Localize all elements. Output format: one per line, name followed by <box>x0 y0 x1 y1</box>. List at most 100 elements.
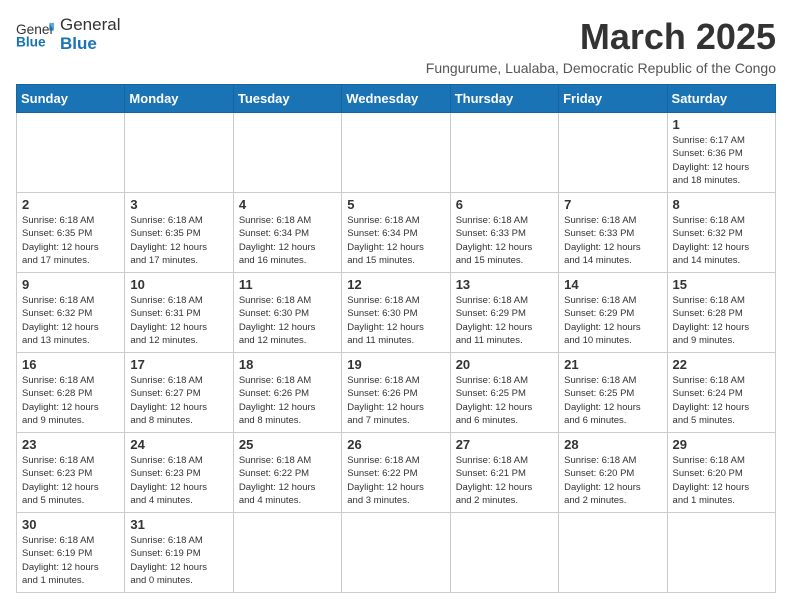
month-title: March 2025 <box>426 16 776 58</box>
col-monday: Monday <box>125 85 233 113</box>
day-cell-13: 13 Sunrise: 6:18 AM Sunset: 6:29 PM Dayl… <box>450 273 558 353</box>
empty-cell <box>17 113 125 193</box>
day-info: Sunrise: 6:18 AM Sunset: 6:25 PM Dayligh… <box>456 374 553 427</box>
day-info: Sunrise: 6:18 AM Sunset: 6:26 PM Dayligh… <box>347 374 444 427</box>
day-number: 17 <box>130 357 227 372</box>
day-info: Sunrise: 6:18 AM Sunset: 6:19 PM Dayligh… <box>22 534 119 587</box>
header: General Blue General Blue March 2025 Fun… <box>16 16 776 76</box>
day-cell-27: 27 Sunrise: 6:18 AM Sunset: 6:21 PM Dayl… <box>450 433 558 513</box>
day-number: 5 <box>347 197 444 212</box>
day-number: 14 <box>564 277 661 292</box>
day-number: 28 <box>564 437 661 452</box>
col-sunday: Sunday <box>17 85 125 113</box>
day-number: 24 <box>130 437 227 452</box>
day-number: 4 <box>239 197 336 212</box>
day-info: Sunrise: 6:18 AM Sunset: 6:24 PM Dayligh… <box>673 374 770 427</box>
day-info: Sunrise: 6:18 AM Sunset: 6:34 PM Dayligh… <box>239 214 336 267</box>
week-row-1: 1 Sunrise: 6:17 AM Sunset: 6:36 PM Dayli… <box>17 113 776 193</box>
day-number: 2 <box>22 197 119 212</box>
day-number: 6 <box>456 197 553 212</box>
day-cell-16: 16 Sunrise: 6:18 AM Sunset: 6:28 PM Dayl… <box>17 353 125 433</box>
day-number: 26 <box>347 437 444 452</box>
day-cell-11: 11 Sunrise: 6:18 AM Sunset: 6:30 PM Dayl… <box>233 273 341 353</box>
day-number: 1 <box>673 117 770 132</box>
day-number: 27 <box>456 437 553 452</box>
day-cell-2: 2 Sunrise: 6:18 AM Sunset: 6:35 PM Dayli… <box>17 193 125 273</box>
day-info: Sunrise: 6:18 AM Sunset: 6:20 PM Dayligh… <box>673 454 770 507</box>
col-friday: Friday <box>559 85 667 113</box>
week-row-6: 30 Sunrise: 6:18 AM Sunset: 6:19 PM Dayl… <box>17 513 776 593</box>
day-cell-6: 6 Sunrise: 6:18 AM Sunset: 6:33 PM Dayli… <box>450 193 558 273</box>
day-info: Sunrise: 6:18 AM Sunset: 6:31 PM Dayligh… <box>130 294 227 347</box>
day-cell-22: 22 Sunrise: 6:18 AM Sunset: 6:24 PM Dayl… <box>667 353 775 433</box>
day-info: Sunrise: 6:18 AM Sunset: 6:28 PM Dayligh… <box>22 374 119 427</box>
day-info: Sunrise: 6:18 AM Sunset: 6:21 PM Dayligh… <box>456 454 553 507</box>
day-cell-21: 21 Sunrise: 6:18 AM Sunset: 6:25 PM Dayl… <box>559 353 667 433</box>
day-info: Sunrise: 6:18 AM Sunset: 6:35 PM Dayligh… <box>130 214 227 267</box>
day-cell-10: 10 Sunrise: 6:18 AM Sunset: 6:31 PM Dayl… <box>125 273 233 353</box>
day-cell-5: 5 Sunrise: 6:18 AM Sunset: 6:34 PM Dayli… <box>342 193 450 273</box>
day-cell-25: 25 Sunrise: 6:18 AM Sunset: 6:22 PM Dayl… <box>233 433 341 513</box>
title-area: March 2025 Fungurume, Lualaba, Democrati… <box>426 16 776 76</box>
day-number: 9 <box>22 277 119 292</box>
day-number: 10 <box>130 277 227 292</box>
day-info: Sunrise: 6:18 AM Sunset: 6:23 PM Dayligh… <box>22 454 119 507</box>
day-info: Sunrise: 6:18 AM Sunset: 6:32 PM Dayligh… <box>22 294 119 347</box>
day-number: 20 <box>456 357 553 372</box>
day-cell-18: 18 Sunrise: 6:18 AM Sunset: 6:26 PM Dayl… <box>233 353 341 433</box>
week-row-4: 16 Sunrise: 6:18 AM Sunset: 6:28 PM Dayl… <box>17 353 776 433</box>
day-cell-3: 3 Sunrise: 6:18 AM Sunset: 6:35 PM Dayli… <box>125 193 233 273</box>
empty-cell <box>342 513 450 593</box>
day-number: 30 <box>22 517 119 532</box>
day-number: 29 <box>673 437 770 452</box>
logo-blue: Blue <box>60 35 120 54</box>
day-info: Sunrise: 6:18 AM Sunset: 6:20 PM Dayligh… <box>564 454 661 507</box>
day-number: 21 <box>564 357 661 372</box>
empty-cell <box>233 513 341 593</box>
day-cell-20: 20 Sunrise: 6:18 AM Sunset: 6:25 PM Dayl… <box>450 353 558 433</box>
day-info: Sunrise: 6:18 AM Sunset: 6:30 PM Dayligh… <box>239 294 336 347</box>
col-tuesday: Tuesday <box>233 85 341 113</box>
day-number: 15 <box>673 277 770 292</box>
day-number: 12 <box>347 277 444 292</box>
day-cell-7: 7 Sunrise: 6:18 AM Sunset: 6:33 PM Dayli… <box>559 193 667 273</box>
day-info: Sunrise: 6:18 AM Sunset: 6:29 PM Dayligh… <box>456 294 553 347</box>
day-info: Sunrise: 6:18 AM Sunset: 6:33 PM Dayligh… <box>564 214 661 267</box>
col-wednesday: Wednesday <box>342 85 450 113</box>
week-row-5: 23 Sunrise: 6:18 AM Sunset: 6:23 PM Dayl… <box>17 433 776 513</box>
day-info: Sunrise: 6:18 AM Sunset: 6:27 PM Dayligh… <box>130 374 227 427</box>
day-cell-28: 28 Sunrise: 6:18 AM Sunset: 6:20 PM Dayl… <box>559 433 667 513</box>
day-cell-31: 31 Sunrise: 6:18 AM Sunset: 6:19 PM Dayl… <box>125 513 233 593</box>
empty-cell <box>342 113 450 193</box>
col-saturday: Saturday <box>667 85 775 113</box>
day-number: 16 <box>22 357 119 372</box>
day-cell-8: 8 Sunrise: 6:18 AM Sunset: 6:32 PM Dayli… <box>667 193 775 273</box>
day-number: 23 <box>22 437 119 452</box>
day-cell-29: 29 Sunrise: 6:18 AM Sunset: 6:20 PM Dayl… <box>667 433 775 513</box>
day-info: Sunrise: 6:18 AM Sunset: 6:30 PM Dayligh… <box>347 294 444 347</box>
header-row: Sunday Monday Tuesday Wednesday Thursday… <box>17 85 776 113</box>
day-info: Sunrise: 6:18 AM Sunset: 6:26 PM Dayligh… <box>239 374 336 427</box>
day-info: Sunrise: 6:18 AM Sunset: 6:22 PM Dayligh… <box>239 454 336 507</box>
empty-cell <box>559 113 667 193</box>
empty-cell <box>450 513 558 593</box>
day-info: Sunrise: 6:18 AM Sunset: 6:28 PM Dayligh… <box>673 294 770 347</box>
day-cell-24: 24 Sunrise: 6:18 AM Sunset: 6:23 PM Dayl… <box>125 433 233 513</box>
svg-text:Blue: Blue <box>16 34 46 49</box>
day-info: Sunrise: 6:18 AM Sunset: 6:22 PM Dayligh… <box>347 454 444 507</box>
day-number: 18 <box>239 357 336 372</box>
empty-cell <box>559 513 667 593</box>
day-info: Sunrise: 6:18 AM Sunset: 6:34 PM Dayligh… <box>347 214 444 267</box>
day-info: Sunrise: 6:18 AM Sunset: 6:29 PM Dayligh… <box>564 294 661 347</box>
day-number: 19 <box>347 357 444 372</box>
logo-icon: General Blue <box>16 19 54 51</box>
day-cell-17: 17 Sunrise: 6:18 AM Sunset: 6:27 PM Dayl… <box>125 353 233 433</box>
subtitle: Fungurume, Lualaba, Democratic Republic … <box>426 60 776 76</box>
day-cell-4: 4 Sunrise: 6:18 AM Sunset: 6:34 PM Dayli… <box>233 193 341 273</box>
logo: General Blue General Blue <box>16 16 120 53</box>
day-info: Sunrise: 6:18 AM Sunset: 6:19 PM Dayligh… <box>130 534 227 587</box>
day-cell-9: 9 Sunrise: 6:18 AM Sunset: 6:32 PM Dayli… <box>17 273 125 353</box>
calendar-table: Sunday Monday Tuesday Wednesday Thursday… <box>16 84 776 593</box>
day-number: 13 <box>456 277 553 292</box>
day-info: Sunrise: 6:18 AM Sunset: 6:33 PM Dayligh… <box>456 214 553 267</box>
